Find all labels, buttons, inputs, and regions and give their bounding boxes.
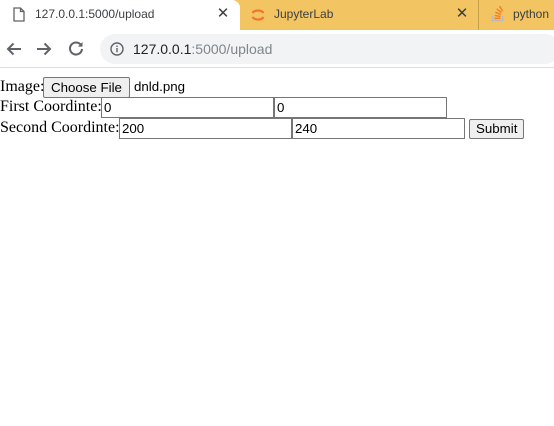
first-y-input[interactable] <box>274 97 447 118</box>
first-x-input[interactable] <box>101 97 274 118</box>
image-label: Image: <box>0 78 45 95</box>
close-icon[interactable]: ✕ <box>216 6 230 22</box>
tab-python[interactable]: python <box>478 0 554 30</box>
page-icon <box>13 7 25 25</box>
submit-button[interactable]: Submit <box>469 119 525 139</box>
second-x-input[interactable] <box>119 118 292 139</box>
page-content: Image: Choose File dnld.png First Coordi… <box>0 69 554 426</box>
tab-jupyterlab[interactable]: JupyterLab ✕ <box>240 0 478 30</box>
stackoverflow-icon <box>491 5 505 25</box>
second-coordinate-label: Second Coordinte: <box>0 119 120 136</box>
tab-title: 127.0.0.1:5000/upload <box>35 7 155 21</box>
info-icon[interactable] <box>110 42 124 56</box>
browser-toolbar: 127.0.0.1:5000/upload <box>0 30 554 68</box>
url-text[interactable]: 127.0.0.1:5000/upload <box>133 41 272 57</box>
jupyter-icon <box>250 7 266 26</box>
url-path: :5000/upload <box>191 41 273 57</box>
tab-upload[interactable]: 127.0.0.1:5000/upload ✕ <box>0 0 240 30</box>
choose-file-button[interactable]: Choose File <box>43 77 130 98</box>
second-y-input[interactable] <box>292 118 465 139</box>
tab-strip: 127.0.0.1:5000/upload ✕ JupyterLab ✕ pyt… <box>0 0 554 30</box>
forward-arrow-icon[interactable] <box>35 40 53 58</box>
tab-title: python <box>513 7 550 21</box>
back-arrow-icon[interactable] <box>5 40 23 58</box>
close-icon[interactable]: ✕ <box>455 6 469 22</box>
reload-icon[interactable] <box>67 40 85 58</box>
first-coordinate-label: First Coordinte: <box>0 98 102 115</box>
url-host: 127.0.0.1 <box>133 41 192 57</box>
address-bar[interactable]: 127.0.0.1:5000/upload <box>100 34 554 64</box>
selected-file-name: dnld.png <box>134 79 186 94</box>
tab-title: JupyterLab <box>274 7 334 21</box>
